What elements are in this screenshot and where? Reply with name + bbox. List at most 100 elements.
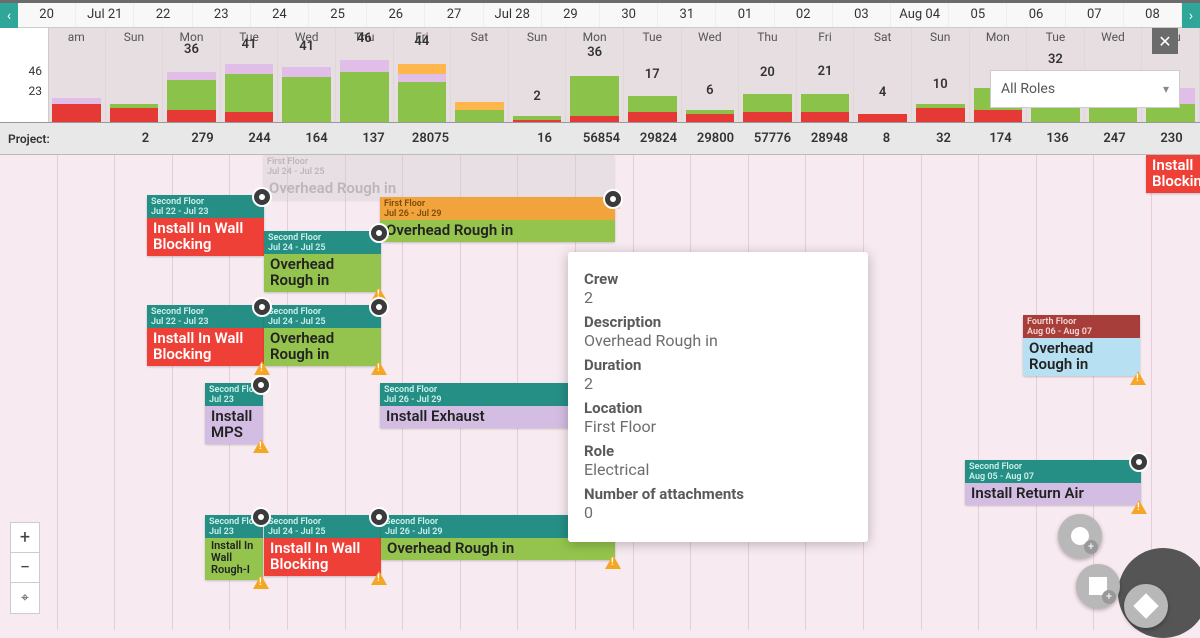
pin-icon[interactable] bbox=[251, 507, 271, 527]
popover-key: Number of attachments bbox=[584, 485, 852, 503]
zoom-fit-button[interactable]: ⌖ bbox=[11, 583, 39, 613]
ruler-date-cell[interactable]: 06 bbox=[1007, 3, 1065, 27]
task-card[interactable]: Fourth FloorAug 06 - Aug 07Overhead Roug… bbox=[1023, 315, 1140, 376]
popover-value: 2 bbox=[584, 374, 852, 393]
warning-icon bbox=[1130, 371, 1146, 385]
histogram-bar bbox=[167, 72, 216, 122]
pin-icon[interactable] bbox=[1129, 452, 1149, 472]
ruler-date-cell[interactable]: 01 bbox=[716, 3, 774, 27]
task-card[interactable]: Second FloorAug 05 - Aug 07Install Retur… bbox=[965, 460, 1141, 505]
ruler-date-cell[interactable]: Jul 28 bbox=[484, 3, 542, 27]
ruler-date-cell[interactable]: 03 bbox=[833, 3, 891, 27]
project-cell: 230 bbox=[1143, 123, 1200, 154]
project-cell: 32 bbox=[915, 123, 972, 154]
histogram-day-column: Wed41 bbox=[278, 28, 336, 122]
histogram-day-column: Mon36 bbox=[566, 28, 624, 122]
ruler-prev-button[interactable]: ‹ bbox=[0, 3, 18, 28]
project-cell: 56854 bbox=[573, 123, 630, 154]
close-histogram-button[interactable]: ✕ bbox=[1152, 28, 1178, 54]
ruler-date-cell[interactable]: 26 bbox=[367, 3, 425, 27]
task-card[interactable]: First FloorJul 26 - Jul 29Overhead Rough… bbox=[380, 197, 615, 242]
task-title: Overhead Rough in bbox=[1023, 338, 1140, 376]
task-card[interactable]: Second FloorJul 24 - Jul 25Overhead Roug… bbox=[264, 231, 381, 292]
ruler-date-cell[interactable]: 25 bbox=[309, 3, 367, 27]
chevron-down-icon: ▾ bbox=[1163, 82, 1169, 96]
histogram-bar bbox=[455, 102, 504, 122]
ruler-date-cell[interactable]: Aug 04 bbox=[891, 3, 949, 27]
histogram-bar bbox=[52, 98, 101, 122]
task-card[interactable]: First FloorJul 24 - Jul 25Overhead Rough… bbox=[263, 155, 615, 200]
project-cell: 247 bbox=[1086, 123, 1143, 154]
warning-icon bbox=[1131, 500, 1147, 514]
histogram-day-column: Sat4 bbox=[854, 28, 912, 122]
project-cell: 8 bbox=[858, 123, 915, 154]
ruler-date-cell[interactable]: 07 bbox=[1066, 3, 1124, 27]
ruler-date-cell[interactable]: 08 bbox=[1124, 3, 1182, 27]
ruler-next-button[interactable]: › bbox=[1182, 3, 1200, 28]
histogram-bar bbox=[110, 104, 159, 122]
histogram-day-column: Fri21 bbox=[797, 28, 855, 122]
pin-icon[interactable] bbox=[369, 223, 389, 243]
histogram-day-column: Mon36 bbox=[163, 28, 221, 122]
histogram-value-label: 20 bbox=[739, 65, 796, 80]
task-title: Overhead Rough in bbox=[264, 254, 381, 292]
histogram-scale: 46 23 bbox=[0, 64, 48, 104]
ruler-date-cell[interactable]: 27 bbox=[425, 3, 483, 27]
day-of-week-label: Mon bbox=[970, 30, 1027, 44]
task-card[interactable]: Second FloorJul 23Install MPS bbox=[205, 383, 263, 444]
project-cell: 164 bbox=[288, 123, 345, 154]
warning-icon bbox=[371, 361, 387, 375]
task-title: Install Return Air bbox=[965, 483, 1141, 505]
ruler-date-cell[interactable]: 22 bbox=[134, 3, 192, 27]
pin-icon[interactable] bbox=[252, 187, 272, 207]
warning-icon bbox=[253, 439, 269, 453]
day-of-week-label: Tue bbox=[1027, 30, 1084, 44]
task-card[interactable]: Second FloorJul 22 - Jul 23Install In Wa… bbox=[147, 305, 264, 366]
task-card[interactable]: Second FloorJul 24 - Jul 25Overhead Roug… bbox=[264, 305, 381, 366]
pin-icon[interactable] bbox=[369, 507, 389, 527]
pin-icon[interactable] bbox=[369, 297, 389, 317]
ruler-date-cell[interactable]: 30 bbox=[600, 3, 658, 27]
histogram-value-label: 10 bbox=[912, 77, 969, 92]
ruler-date-cell[interactable]: 20 bbox=[18, 3, 76, 27]
ruler-date-cell[interactable]: 02 bbox=[775, 3, 833, 27]
zoom-out-button[interactable]: − bbox=[11, 553, 39, 583]
add-task-fab[interactable]: + bbox=[1076, 564, 1120, 608]
ruler-date-cell[interactable]: 23 bbox=[193, 3, 251, 27]
ruler-date-cell[interactable]: 31 bbox=[658, 3, 716, 27]
histogram-value-label: 6 bbox=[682, 83, 739, 98]
histogram-value-label: 32 bbox=[1027, 52, 1084, 67]
day-of-week-label: Sun bbox=[106, 30, 163, 44]
ruler-date-cell[interactable]: 24 bbox=[251, 3, 309, 27]
histogram-day-column: Sun10 bbox=[912, 28, 970, 122]
add-milestone-fab[interactable]: + bbox=[1058, 514, 1102, 558]
task-title: Overhead Rough in bbox=[264, 328, 381, 366]
histogram-day-column: Tue41 bbox=[221, 28, 279, 122]
add-dependency-fab[interactable] bbox=[1124, 584, 1168, 628]
project-cell bbox=[459, 123, 516, 154]
task-header: First FloorJul 26 - Jul 29 bbox=[380, 197, 615, 220]
task-card[interactable]: Second FloorJul 23Install In Wall Rough-… bbox=[205, 515, 263, 580]
pin-icon[interactable] bbox=[251, 375, 271, 395]
task-card[interactable]: Second FloorJul 22 - Jul 23Install In Wa… bbox=[147, 195, 264, 256]
task-card[interactable]: Install Blockin bbox=[1146, 155, 1200, 193]
ruler-date-cell[interactable]: 05 bbox=[949, 3, 1007, 27]
roles-dropdown[interactable]: All Roles ▾ bbox=[990, 70, 1180, 108]
ruler-date-cell[interactable]: 29 bbox=[542, 3, 600, 27]
pin-icon[interactable] bbox=[252, 297, 272, 317]
project-cell: 2 bbox=[117, 123, 174, 154]
histogram-bar bbox=[686, 110, 735, 122]
day-of-week-label: Fri bbox=[797, 30, 854, 44]
histogram-bar bbox=[743, 94, 792, 122]
date-ruler: ‹ 20Jul 21222324252627Jul 28293031010203… bbox=[0, 0, 1200, 28]
ruler-date-cell[interactable]: Jul 21 bbox=[76, 3, 134, 27]
pin-icon[interactable] bbox=[603, 189, 623, 209]
histogram-day-column: Fri44 bbox=[394, 28, 452, 122]
day-of-week-label: Tue bbox=[624, 30, 681, 44]
zoom-in-button[interactable]: + bbox=[11, 523, 39, 553]
project-cell: 57776 bbox=[744, 123, 801, 154]
warning-icon bbox=[254, 361, 270, 375]
task-card[interactable]: Second FloorJul 24 - Jul 25Install In Wa… bbox=[264, 515, 381, 576]
popover-key: Duration bbox=[584, 356, 852, 374]
task-header: Fourth FloorAug 06 - Aug 07 bbox=[1023, 315, 1140, 338]
